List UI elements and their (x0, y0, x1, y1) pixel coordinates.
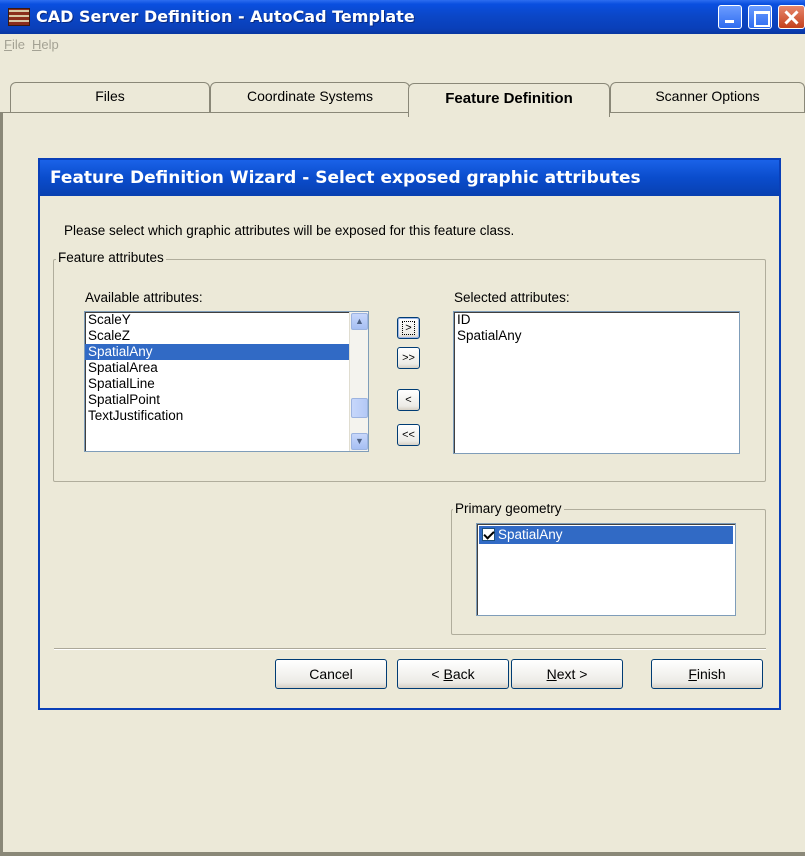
back-button-mnemonic: B (443, 666, 453, 682)
finish-button[interactable]: Finish (651, 659, 763, 689)
selected-attribute-item[interactable]: ID (454, 312, 739, 328)
available-attribute-item[interactable]: SpatialAny (85, 344, 368, 360)
wizard-separator (54, 648, 766, 650)
menu-help-label: elp (41, 37, 59, 52)
selected-attributes-items: ID SpatialAny (454, 312, 739, 344)
available-attribute-item[interactable]: SpatialPoint (85, 392, 368, 408)
close-icon[interactable] (778, 5, 805, 29)
available-list-scrollbar[interactable]: ▲ ▼ (349, 312, 368, 451)
primary-geometry-item-label: SpatialAny (498, 527, 563, 542)
panel-bottom-border (0, 852, 805, 856)
next-button[interactable]: Next > (511, 659, 623, 689)
scrollbar-thumb[interactable] (351, 398, 368, 418)
available-attributes-items: ScaleY ScaleZ SpatialAny SpatialArea Spatial… (85, 312, 368, 424)
app-icon (8, 8, 30, 26)
add-attribute-label: > (402, 321, 415, 335)
maximize-icon[interactable] (748, 5, 772, 29)
menu-bar: File Help (0, 34, 805, 54)
minimize-icon[interactable] (718, 5, 742, 29)
available-attribute-item[interactable]: ScaleY (85, 312, 368, 328)
primary-geometry-item[interactable]: SpatialAny (479, 526, 733, 544)
available-attribute-item[interactable]: SpatialLine (85, 376, 368, 392)
cancel-button[interactable]: Cancel (275, 659, 387, 689)
primary-geometry-list[interactable]: SpatialAny (476, 523, 736, 616)
menu-help-mnemonic: H (32, 37, 42, 52)
selected-attribute-item[interactable]: SpatialAny (454, 328, 739, 344)
scroll-down-icon[interactable]: ▼ (351, 433, 368, 450)
window-titlebar[interactable]: CAD Server Definition - AutoCad Template (0, 0, 805, 34)
feature-attributes-label: Feature attributes (56, 250, 166, 265)
available-attribute-item[interactable]: SpatialArea (85, 360, 368, 376)
selected-attributes-label: Selected attributes: (454, 290, 570, 305)
selected-attributes-list[interactable]: ID SpatialAny (453, 311, 740, 454)
available-attributes-list[interactable]: ScaleY ScaleZ SpatialAny SpatialArea Spatial… (84, 311, 369, 452)
back-button[interactable]: < Back (397, 659, 509, 689)
available-attribute-item[interactable]: ScaleZ (85, 328, 368, 344)
menu-help[interactable]: Help (32, 37, 59, 52)
remove-attribute-button[interactable]: < (397, 389, 420, 411)
scroll-up-icon[interactable]: ▲ (351, 313, 368, 330)
back-button-prefix: < (431, 666, 444, 682)
add-all-attributes-button[interactable]: >> (397, 347, 420, 369)
available-attributes-label: Available attributes: (85, 290, 203, 305)
tab-files[interactable]: Files (10, 82, 210, 112)
menu-file-label: ile (11, 37, 25, 52)
wizard-title: Feature Definition Wizard - Select expos… (40, 160, 779, 196)
wizard-instruction: Please select which graphic attributes w… (64, 223, 515, 238)
available-attribute-item[interactable]: TextJustification (85, 408, 368, 424)
finish-button-label: inish (696, 666, 726, 682)
next-button-label: ext > (556, 666, 588, 682)
finish-button-mnemonic: F (688, 666, 697, 682)
window-title: CAD Server Definition - AutoCad Template (36, 7, 415, 26)
tab-coordinate-systems[interactable]: Coordinate Systems (210, 82, 410, 112)
tab-baseline (0, 112, 805, 113)
primary-geometry-label: Primary geometry (453, 501, 564, 516)
menu-file-mnemonic: F (4, 37, 12, 52)
back-button-label: ack (452, 666, 475, 682)
wizard-dialog: Feature Definition Wizard - Select expos… (38, 158, 781, 710)
next-button-mnemonic: N (546, 666, 557, 682)
menu-file[interactable]: File (4, 37, 25, 52)
add-attribute-button[interactable]: > (397, 317, 420, 339)
tab-feature-definition[interactable]: Feature Definition (408, 83, 610, 117)
remove-all-attributes-button[interactable]: << (397, 424, 420, 446)
tab-scanner-options[interactable]: Scanner Options (610, 82, 805, 112)
panel-left-border (0, 112, 3, 856)
checkbox-checked-icon[interactable] (482, 528, 495, 541)
